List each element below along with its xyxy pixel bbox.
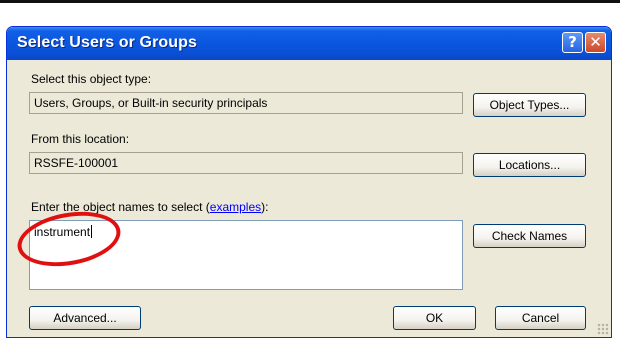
close-button[interactable]: ✕	[585, 32, 606, 53]
object-names-value: instrument	[34, 225, 91, 239]
locations-button[interactable]: Locations...	[473, 153, 586, 177]
location-label: From this location:	[31, 132, 130, 146]
object-names-label-suffix: ):	[261, 200, 269, 214]
object-names-input[interactable]: instrument	[29, 220, 463, 290]
select-users-dialog: Select Users or Groups ? ✕ Select this o…	[6, 26, 612, 338]
object-type-field: Users, Groups, or Built-in security prin…	[29, 92, 463, 114]
top-border-rule	[0, 0, 620, 3]
help-button[interactable]: ?	[562, 32, 583, 53]
close-icon: ✕	[589, 33, 602, 51]
dialog-title: Select Users or Groups	[17, 34, 198, 51]
title-bar[interactable]: Select Users or Groups ? ✕	[7, 27, 611, 60]
check-names-button[interactable]: Check Names	[473, 224, 586, 248]
help-icon: ?	[568, 33, 577, 51]
text-caret	[91, 225, 93, 238]
object-names-label: Enter the object names to select (exampl…	[31, 200, 268, 214]
resize-grip-icon[interactable]	[597, 323, 609, 335]
object-type-label: Select this object type:	[31, 72, 152, 86]
advanced-button[interactable]: Advanced...	[29, 306, 141, 330]
cancel-button[interactable]: Cancel	[495, 306, 586, 330]
object-types-button[interactable]: Object Types...	[473, 93, 586, 117]
ok-button[interactable]: OK	[393, 306, 476, 330]
examples-link[interactable]: examples	[210, 200, 261, 214]
object-names-label-prefix: Enter the object names to select (	[31, 200, 210, 214]
location-field: RSSFE-100001	[29, 152, 463, 174]
